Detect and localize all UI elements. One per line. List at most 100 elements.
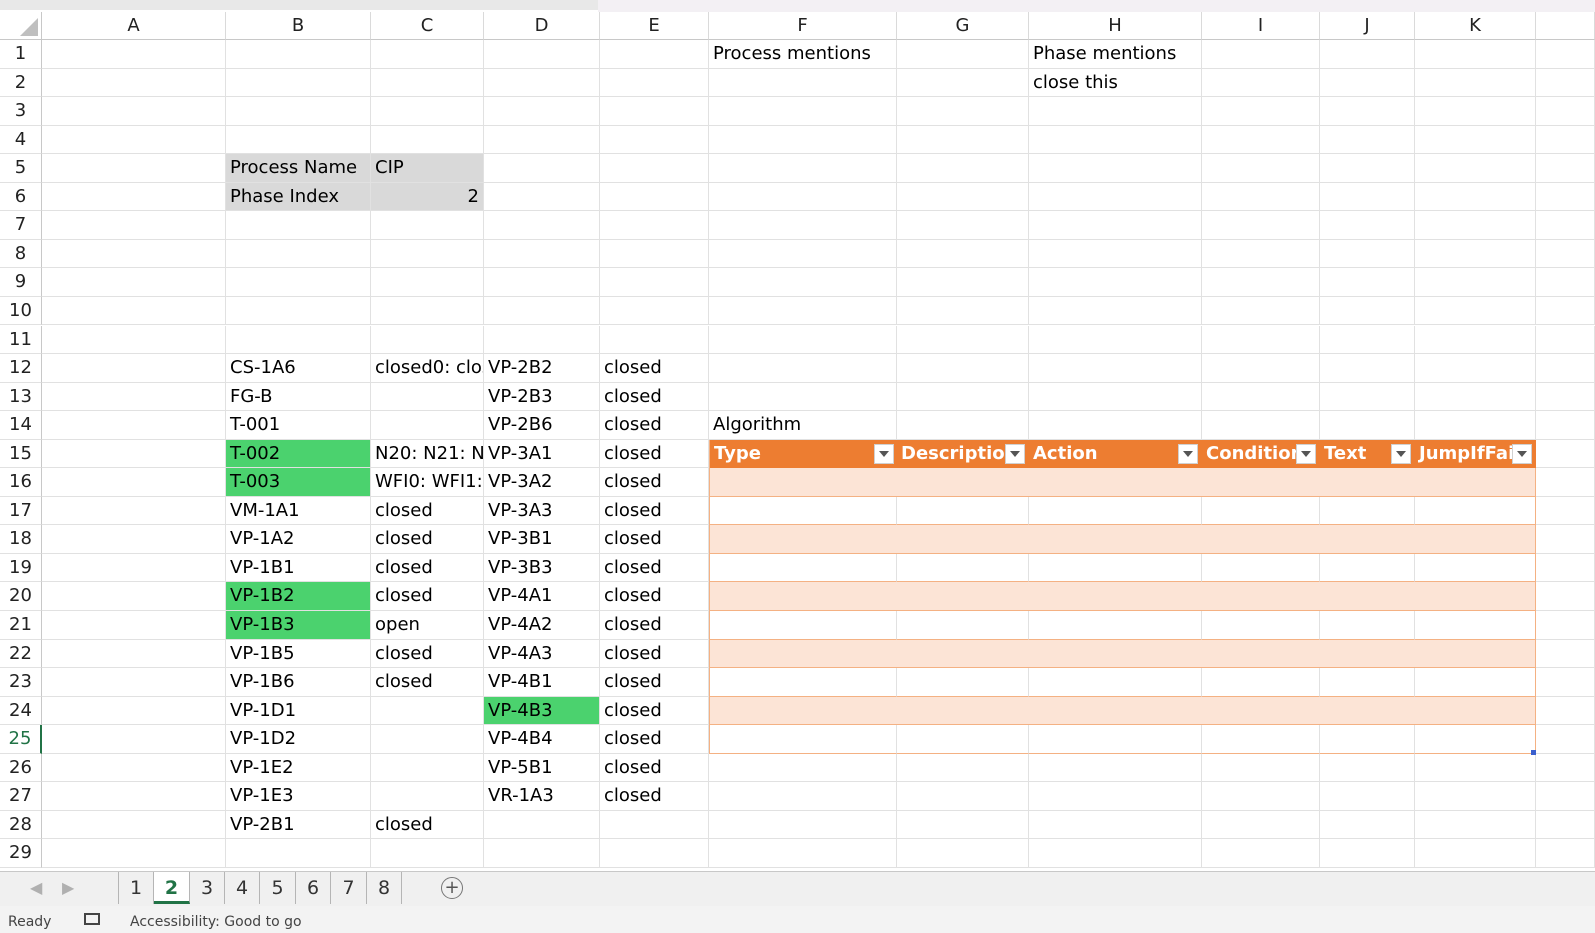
cell-c5-process-name-value[interactable]: CIP xyxy=(371,154,484,183)
cell[interactable] xyxy=(371,411,484,440)
cell[interactable] xyxy=(226,296,371,326)
cell-b22[interactable]: VP-1B5 xyxy=(226,639,371,669)
cell-d13[interactable]: VP-2B3 xyxy=(484,382,600,412)
table-cell-i25[interactable] xyxy=(1202,725,1320,754)
cell[interactable] xyxy=(1415,154,1536,183)
cell[interactable] xyxy=(1202,268,1320,297)
cell[interactable] xyxy=(42,525,226,554)
cell[interactable] xyxy=(1029,411,1202,440)
cell[interactable] xyxy=(371,268,484,297)
cell[interactable] xyxy=(897,839,1029,868)
table-cell-j22[interactable] xyxy=(1320,639,1415,669)
cell[interactable] xyxy=(897,268,1029,297)
cell-d19[interactable]: VP-3B3 xyxy=(484,553,600,583)
cell[interactable] xyxy=(1202,839,1320,868)
table-cell-k19[interactable] xyxy=(1415,553,1536,583)
cell[interactable] xyxy=(371,97,484,126)
cell[interactable] xyxy=(371,753,484,783)
cell-c28[interactable]: closed xyxy=(371,810,484,840)
cell-d24[interactable]: VP-4B3 xyxy=(484,696,600,726)
row-header-2[interactable]: 2 xyxy=(0,68,42,98)
cell-e26[interactable]: closed xyxy=(600,753,709,783)
cell[interactable] xyxy=(42,782,226,811)
cell[interactable] xyxy=(1320,125,1415,155)
cell[interactable] xyxy=(897,68,1029,98)
cell[interactable] xyxy=(42,582,226,611)
cell[interactable] xyxy=(897,325,1029,355)
cell[interactable] xyxy=(1202,239,1320,269)
cell[interactable] xyxy=(226,97,371,126)
scroll-right-icon[interactable]: ▶ xyxy=(62,878,74,897)
column-header-f[interactable]: F xyxy=(709,12,897,40)
cell-f1-process-mentions[interactable]: Process mentions xyxy=(709,40,897,69)
table-cell-h23[interactable] xyxy=(1029,668,1202,697)
cell[interactable] xyxy=(600,125,709,155)
column-header-a[interactable]: A xyxy=(42,12,226,40)
row-header-5[interactable]: 5 xyxy=(0,154,42,183)
cell[interactable] xyxy=(371,211,484,240)
cell[interactable] xyxy=(1415,182,1536,212)
cell-b25[interactable]: VP-1D2 xyxy=(226,725,371,754)
cell[interactable] xyxy=(1320,325,1415,355)
sheet-tab-8[interactable]: 8 xyxy=(367,872,402,904)
table-header-action[interactable]: Action xyxy=(1029,439,1202,469)
cell-e20[interactable]: closed xyxy=(600,582,709,611)
cell[interactable] xyxy=(1202,40,1320,69)
cell-d15[interactable]: VP-3A1 xyxy=(484,439,600,469)
table-resize-handle[interactable] xyxy=(1531,749,1536,755)
cell[interactable] xyxy=(371,68,484,98)
cell[interactable] xyxy=(709,810,897,840)
cell[interactable] xyxy=(709,268,897,297)
cell-d20[interactable]: VP-4A1 xyxy=(484,582,600,611)
cell-b23[interactable]: VP-1B6 xyxy=(226,668,371,697)
table-cell-g18[interactable] xyxy=(897,525,1029,554)
cell[interactable] xyxy=(709,182,897,212)
row-header-8[interactable]: 8 xyxy=(0,239,42,269)
cell[interactable] xyxy=(1029,354,1202,383)
cell[interactable] xyxy=(709,354,897,383)
column-header-j[interactable]: J xyxy=(1320,12,1415,40)
cell[interactable] xyxy=(897,354,1029,383)
cell[interactable] xyxy=(1320,782,1415,811)
cell[interactable] xyxy=(42,753,226,783)
row-header-29[interactable]: 29 xyxy=(0,839,42,868)
cell-b14[interactable]: T-001 xyxy=(226,411,371,440)
cell-c16[interactable]: WFI0: WFI1: xyxy=(371,468,484,497)
cell[interactable] xyxy=(484,125,600,155)
sheet-tab-2[interactable]: 2 xyxy=(154,872,190,904)
row-header-21[interactable]: 21 xyxy=(0,611,42,640)
cell-b18[interactable]: VP-1A2 xyxy=(226,525,371,554)
column-header-g[interactable]: G xyxy=(897,12,1029,40)
cell-e27[interactable]: closed xyxy=(600,782,709,811)
cell[interactable] xyxy=(897,125,1029,155)
row-header-3[interactable]: 3 xyxy=(0,97,42,126)
table-cell-f22[interactable] xyxy=(709,639,897,669)
cell[interactable] xyxy=(42,125,226,155)
filter-dropdown-icon[interactable] xyxy=(874,443,894,464)
row-header-15[interactable]: 15 xyxy=(0,439,42,469)
cell-b12[interactable]: CS-1A6 xyxy=(226,354,371,383)
cell-e23[interactable]: closed xyxy=(600,668,709,697)
cell[interactable] xyxy=(897,810,1029,840)
filter-dropdown-icon[interactable] xyxy=(1512,443,1532,464)
spreadsheet-grid[interactable]: A B C D E F G H I J K 1 Process mentions Phase mentio… xyxy=(0,12,1595,880)
cell-c17[interactable]: closed xyxy=(371,496,484,526)
cell[interactable] xyxy=(600,839,709,868)
cell[interactable] xyxy=(897,97,1029,126)
cell[interactable] xyxy=(226,125,371,155)
cell[interactable] xyxy=(709,239,897,269)
cell[interactable] xyxy=(1029,182,1202,212)
cell[interactable] xyxy=(484,839,600,868)
cell[interactable] xyxy=(484,296,600,326)
cell-e18[interactable]: closed xyxy=(600,525,709,554)
cell[interactable] xyxy=(1320,239,1415,269)
cell[interactable] xyxy=(709,154,897,183)
column-header-k[interactable]: K xyxy=(1415,12,1536,40)
table-header-text[interactable]: Text xyxy=(1320,439,1415,469)
sheet-tab-6[interactable]: 6 xyxy=(296,872,331,904)
sheet-tab-5[interactable]: 5 xyxy=(260,872,296,904)
cell-e15[interactable]: closed xyxy=(600,439,709,469)
cell[interactable] xyxy=(42,382,226,412)
cell[interactable] xyxy=(42,325,226,355)
cell[interactable] xyxy=(709,125,897,155)
